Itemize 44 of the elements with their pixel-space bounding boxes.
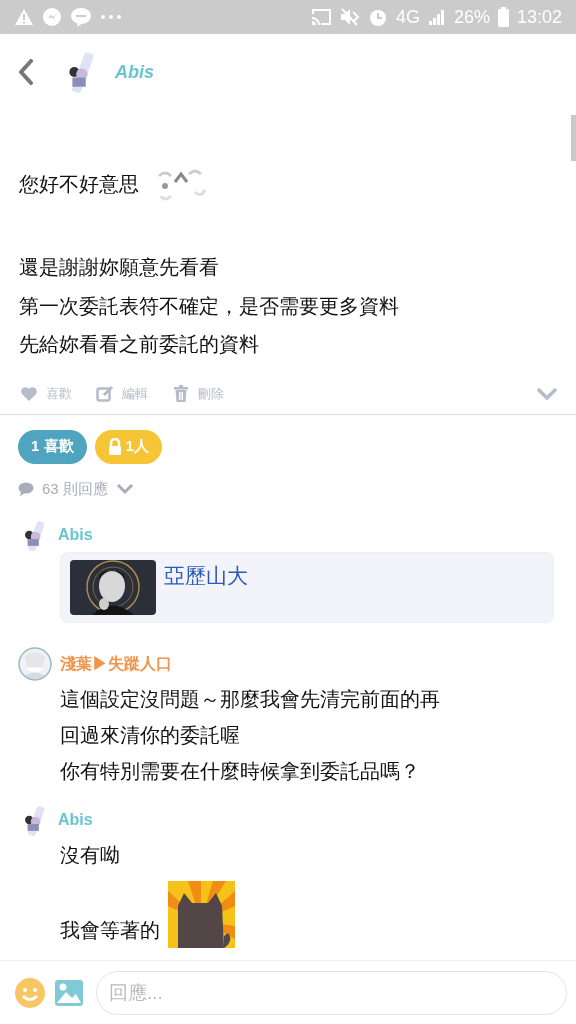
warning-icon (14, 8, 34, 26)
link-card[interactable]: 亞歷山大 (60, 552, 554, 623)
heart-icon (20, 384, 38, 403)
cast-icon (309, 8, 332, 26)
smiley-icon[interactable] (14, 976, 46, 1009)
image-icon[interactable] (54, 978, 84, 1007)
mute-icon (339, 8, 360, 26)
badge-label: 1 喜歡 (31, 436, 74, 457)
lock-icon (107, 438, 122, 455)
post-text: 您好不好意思 (19, 171, 139, 197)
comment-icon (18, 481, 34, 496)
battery-icon (497, 7, 509, 27)
post-text: 第一次委託表符不確定，是否需要更多資料 (19, 293, 399, 319)
privacy-badge[interactable]: 1人 (94, 429, 162, 464)
chevron-down-icon[interactable] (536, 386, 558, 401)
comment-text: 這個設定沒問題～那麼我會先清完前面的再 (60, 687, 440, 712)
likes-badge[interactable]: 1 喜歡 (18, 429, 87, 464)
speech-bubble-icon (70, 7, 92, 27)
badge-label: 1人 (125, 436, 149, 457)
comment-text: 你有特別需要在什麼時候拿到委託品嗎？ (60, 759, 420, 784)
comment-text: 回過來清你的委託喔 (60, 723, 240, 748)
scrollbar (571, 115, 576, 161)
edit-action[interactable]: 編輯 (122, 383, 148, 404)
chevron-down-icon[interactable] (115, 482, 134, 495)
reply-count[interactable]: 63 則回應 (42, 477, 108, 500)
delete-action[interactable]: 刪除 (198, 383, 224, 404)
signal-icon (427, 8, 446, 26)
commenter-name[interactable]: Abis (58, 808, 93, 832)
reply-input[interactable]: 回應... (96, 970, 567, 1015)
chat-bubble-icon (42, 7, 62, 27)
link-title: 亞歷山大 (164, 563, 248, 589)
alarm-icon (367, 7, 388, 27)
commenter-name[interactable]: Abis (58, 523, 93, 547)
post-text: 還是謝謝妳願意先看看 (19, 255, 219, 280)
like-action[interactable]: 喜歡 (46, 383, 72, 404)
commenter-name[interactable]: 淺葉▶失蹤人口 (60, 652, 172, 676)
more-icon (100, 14, 122, 20)
comment-text: 我會等著的 (60, 918, 160, 943)
edit-icon (96, 384, 114, 403)
back-icon[interactable] (18, 59, 34, 85)
author-name: Abis (115, 60, 154, 84)
post-text: 先給妳看看之前委託的資料 (19, 332, 259, 357)
comment-text: 沒有呦 (60, 843, 120, 868)
trash-icon (172, 384, 190, 403)
